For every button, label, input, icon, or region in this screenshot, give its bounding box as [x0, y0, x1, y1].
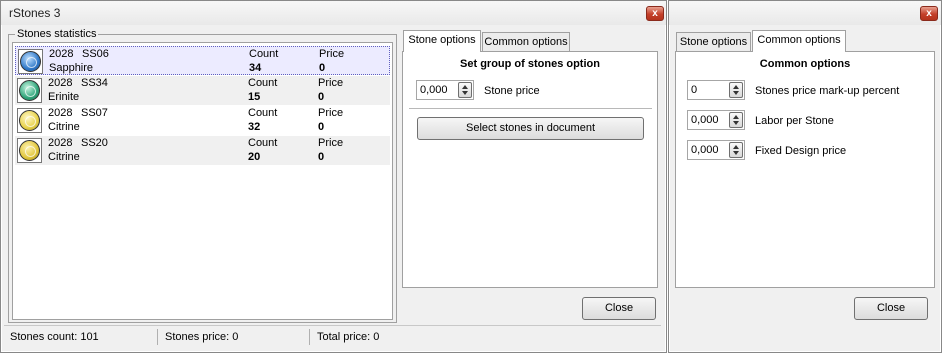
stone-row[interactable]: 2028 SS07 Citrine Count 32 Price 0	[15, 106, 390, 135]
stone-size: SS06	[82, 48, 109, 60]
gem-swatch	[19, 140, 40, 161]
spin-updown-icon[interactable]	[458, 82, 472, 98]
tab-common-options[interactable]: Common options	[752, 30, 846, 52]
fixed-design-price-label: Fixed Design price	[755, 145, 847, 157]
stone-code: 2028	[48, 107, 73, 119]
close-icon[interactable]: x	[920, 6, 938, 21]
title-bar[interactable]: x	[669, 1, 941, 25]
status-separator	[157, 329, 158, 345]
markup-percent-stepper[interactable]: 0	[687, 80, 745, 100]
status-separator	[309, 329, 310, 345]
stones-statistics-label: Stones statistics	[15, 28, 99, 40]
stone-row[interactable]: 2028 SS06 Sapphire Count 34 Price 0	[15, 46, 390, 75]
stone-name: Citrine	[48, 121, 80, 133]
panel-divider	[409, 108, 652, 109]
stones-count-status: Stones count: 101	[10, 331, 99, 343]
count-label: Count	[249, 48, 279, 60]
stone-price-stepper[interactable]: 0,000	[416, 80, 474, 100]
stone-row[interactable]: 2028 SS34 Erinite Count 15 Price 0	[15, 76, 390, 105]
stone-size: SS07	[81, 107, 108, 119]
labor-per-stone-label: Labor per Stone	[755, 115, 834, 127]
status-bar: Stones count: 101 Stones price: 0 Total …	[4, 325, 661, 347]
stone-count: 34	[249, 62, 262, 74]
stone-price-value[interactable]: 0,000	[420, 84, 448, 96]
window-title: rStones 3	[9, 6, 61, 20]
count-label: Count	[248, 77, 278, 89]
stone-price: 0	[318, 91, 325, 103]
stone-price: 0	[319, 62, 326, 74]
stone-list[interactable]: 2028 SS06 Sapphire Count 34 Price 0 2028…	[12, 42, 393, 320]
stone-name: Sapphire	[49, 62, 94, 74]
common-options-panel: Common options 0 Stones price mark-up pe…	[675, 51, 935, 288]
stone-price-label: Stone price	[484, 85, 540, 97]
stone-code: 2028	[48, 137, 73, 149]
markup-percent-label: Stones price mark-up percent	[755, 85, 900, 97]
fixed-design-price-stepper[interactable]: 0,000	[687, 140, 745, 160]
tab-stone-options[interactable]: Stone options	[403, 30, 481, 52]
stone-row[interactable]: 2028 SS20 Citrine Count 20 Price 0	[15, 136, 390, 165]
markup-percent-value[interactable]: 0	[691, 84, 697, 96]
stone-price: 0	[318, 151, 325, 163]
gem-swatch	[19, 80, 40, 101]
stones-statistics-group: Stones statistics 2028 SS06 Sapphire Cou…	[8, 28, 397, 323]
rstones-common-options-window: x Stone options Common options Common op…	[668, 0, 942, 353]
close-button[interactable]: Close	[582, 297, 656, 320]
panel-heading: Common options	[759, 58, 851, 70]
stone-gem-icon	[17, 138, 42, 163]
stone-count: 15	[248, 91, 261, 103]
spin-updown-icon[interactable]	[729, 112, 743, 128]
stone-name: Erinite	[48, 91, 80, 103]
stone-code: 2028	[48, 77, 73, 89]
stone-name: Citrine	[48, 151, 80, 163]
panel-heading: Set group of stones option	[460, 58, 600, 70]
stone-size: SS20	[81, 137, 108, 149]
tab-stone-options[interactable]: Stone options	[676, 32, 751, 52]
stone-gem-icon	[17, 108, 42, 133]
gem-swatch	[20, 51, 41, 72]
stone-count: 32	[248, 121, 261, 133]
stone-gem-icon	[18, 49, 43, 74]
stone-gem-icon	[17, 78, 42, 103]
spin-updown-icon[interactable]	[729, 142, 743, 158]
title-bar[interactable]: rStones 3 x	[1, 1, 666, 25]
stone-code: 2028	[49, 48, 74, 60]
count-label: Count	[248, 107, 278, 119]
gem-swatch	[19, 110, 40, 131]
labor-per-stone-value[interactable]: 0,000	[691, 114, 719, 126]
tab-common-options[interactable]: Common options	[482, 32, 570, 52]
stone-size: SS34	[81, 77, 108, 89]
close-button[interactable]: Close	[854, 297, 928, 320]
stone-price: 0	[318, 121, 325, 133]
select-stones-button[interactable]: Select stones in document	[417, 117, 644, 140]
fixed-design-price-value[interactable]: 0,000	[691, 144, 719, 156]
stone-options-panel: Set group of stones option 0,000 Stone p…	[402, 51, 658, 288]
labor-per-stone-stepper[interactable]: 0,000	[687, 110, 745, 130]
price-label: Price	[318, 77, 344, 89]
count-label: Count	[248, 137, 278, 149]
rstones-main-window: rStones 3 x Stones statistics 2028 SS06 …	[0, 0, 667, 353]
price-label: Price	[318, 107, 344, 119]
price-label: Price	[319, 48, 345, 60]
stone-count: 20	[248, 151, 261, 163]
stones-price-status: Stones price: 0	[165, 331, 239, 343]
total-price-status: Total price: 0	[317, 331, 380, 343]
spin-updown-icon[interactable]	[729, 82, 743, 98]
close-icon[interactable]: x	[646, 6, 664, 21]
price-label: Price	[318, 137, 344, 149]
